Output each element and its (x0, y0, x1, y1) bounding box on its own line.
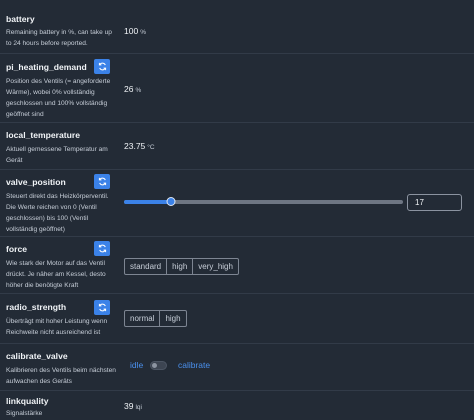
row-linkquality: linkquality Signalstärke 39 lqi (0, 391, 474, 420)
local-temperature-value-number: 23.75 (124, 141, 146, 151)
refresh-icon (98, 62, 106, 71)
refresh-icon (98, 177, 106, 186)
local-temperature-value: 23.75 °C (124, 141, 155, 151)
calibrate-valve-description: Kalibrieren des Ventils beim nächsten au… (6, 367, 116, 385)
refresh-icon (98, 303, 106, 312)
exposes-list: battery Remaining battery in %, can take… (0, 0, 474, 420)
calibrate-valve-toggle[interactable] (150, 361, 167, 370)
pi-heating-demand-refresh-button[interactable] (94, 59, 110, 74)
radio-strength-option-high[interactable]: high (159, 310, 187, 327)
row-battery: battery Remaining battery in %, can take… (0, 0, 474, 54)
radio-strength-options: normal high (124, 310, 187, 327)
linkquality-value: 39 lqi (124, 401, 142, 411)
pi-heating-demand-description: Position des Ventils (= angeforderte Wär… (6, 78, 111, 118)
battery-description: Remaining battery in %, can take up to 2… (6, 29, 112, 47)
local-temperature-title: local_temperature (6, 130, 81, 140)
row-local-temperature-info: local_temperature Aktuell gemessene Temp… (6, 130, 118, 166)
local-temperature-unit: °C (147, 144, 155, 151)
pi-heating-demand-value-number: 26 (124, 84, 134, 94)
calibrate-valve-title: calibrate_valve (6, 351, 68, 361)
calibrate-valve-on-label[interactable]: calibrate (178, 360, 210, 370)
force-option-high[interactable]: high (166, 258, 194, 275)
row-valve-position: valve_position Steuert direkt das Heizkö… (0, 170, 474, 237)
linkquality-unit: lqi (135, 404, 142, 411)
row-force: force Wie stark der Motor auf das Ventil… (0, 237, 474, 294)
linkquality-description: Signalstärke (6, 410, 43, 417)
force-refresh-button[interactable] (94, 241, 110, 256)
pi-heating-demand-value: 26% (124, 84, 141, 94)
force-description: Wie stark der Motor auf das Ventil drück… (6, 260, 106, 289)
battery-value: 100% (124, 26, 146, 36)
valve-position-slider-handle[interactable] (166, 197, 176, 206)
row-calibrate-valve-info: calibrate_valve Kalibrieren des Ventils … (6, 351, 118, 387)
force-options: standard high very_high (124, 258, 239, 275)
refresh-icon (98, 244, 106, 253)
row-local-temperature: local_temperature Aktuell gemessene Temp… (0, 123, 474, 170)
force-option-standard[interactable]: standard (124, 258, 168, 275)
pi-heating-demand-unit: % (135, 87, 142, 94)
battery-value-number: 100 (124, 26, 139, 36)
local-temperature-description: Aktuell gemessene Temperatur am Gerät (6, 146, 108, 164)
radio-strength-refresh-button[interactable] (94, 300, 110, 315)
force-option-very-high[interactable]: very_high (192, 258, 239, 275)
radio-strength-option-normal[interactable]: normal (124, 310, 161, 327)
valve-position-slider-fill (124, 200, 172, 204)
radio-strength-description: Überträgt mit hoher Leistung wenn Reichw… (6, 318, 108, 336)
valve-position-description: Steuert direkt das Heizkörperventil. Die… (6, 193, 109, 233)
linkquality-title: linkquality (6, 396, 49, 406)
valve-position-refresh-button[interactable] (94, 174, 110, 189)
calibrate-valve-off-label[interactable]: idle (130, 360, 143, 370)
row-radio-strength: radio_strength Überträgt mit hoher Leist… (0, 294, 474, 344)
battery-unit: % (140, 29, 146, 36)
valve-position-slider[interactable] (124, 197, 403, 206)
valve-position-input[interactable]: 17 (407, 194, 462, 211)
row-calibrate-valve: calibrate_valve Kalibrieren des Ventils … (0, 344, 474, 391)
calibrate-valve-toggle-knob (152, 363, 157, 368)
linkquality-value-number: 39 (124, 401, 134, 411)
row-battery-info: battery Remaining battery in %, can take… (6, 14, 118, 49)
row-linkquality-info: linkquality Signalstärke (6, 396, 118, 419)
battery-title: battery (6, 14, 35, 24)
row-pi-heating-demand: pi_heating_demand Position des Ventils (… (0, 54, 474, 123)
